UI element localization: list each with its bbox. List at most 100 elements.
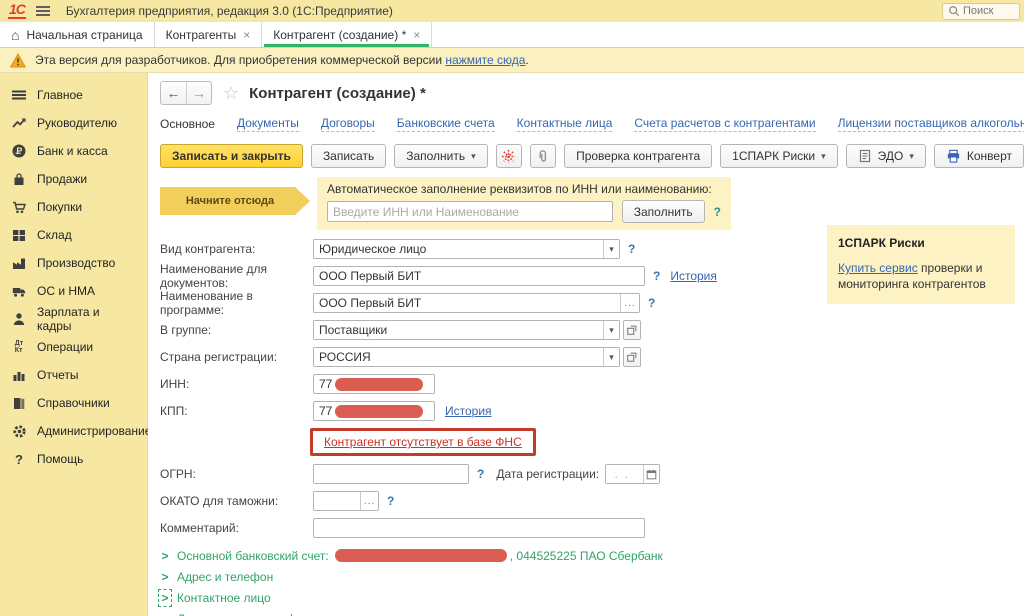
edo-button[interactable]: ЭДО▾	[846, 144, 926, 168]
sidebar-item-otchety[interactable]: Отчеты	[0, 361, 147, 389]
buy-service-link[interactable]: Купить сервис	[838, 261, 918, 275]
open-item-button[interactable]	[623, 347, 641, 367]
form-nav: Основное Документы Договоры Банковские с…	[160, 113, 1024, 134]
help-icon[interactable]: ?	[648, 296, 655, 310]
save-close-button[interactable]: Записать и закрыть	[160, 144, 303, 168]
envelope-print-button[interactable]: Конверт	[934, 144, 1024, 168]
ogrn-input[interactable]	[313, 464, 469, 484]
global-search[interactable]	[942, 3, 1020, 20]
sidebar-item-pokupki[interactable]: Покупки	[0, 193, 147, 221]
name-docs-input[interactable]	[313, 266, 645, 286]
close-icon[interactable]: ×	[243, 30, 250, 40]
forward-button[interactable]: →	[186, 82, 211, 104]
group-select: ▾	[313, 320, 620, 340]
help-icon[interactable]: ?	[387, 494, 394, 508]
start-here-callout: Начните отсюда	[160, 187, 310, 215]
help-icon[interactable]: ?	[477, 467, 484, 481]
favorite-star-icon[interactable]: ☆	[223, 83, 239, 104]
sidebar-item-operacii[interactable]: Дт Кт Операции	[0, 333, 147, 361]
sidebar-item-administrirovanie[interactable]: Администрирование	[0, 417, 147, 445]
sidebar-item-bank-kassa[interactable]: Р Банк и касса	[0, 137, 147, 165]
sidebar-item-pomosch[interactable]: ? Помощь	[0, 445, 147, 473]
sidebar-item-sklad[interactable]: Склад	[0, 221, 147, 249]
section-additional-info[interactable]: > Дополнительная информация	[160, 608, 1024, 616]
search-input[interactable]	[963, 5, 1011, 17]
dropdown-button[interactable]: ▾	[603, 240, 619, 258]
tab-kontragent-create[interactable]: Контрагент (создание) * ×	[262, 22, 432, 47]
fill-menu-button[interactable]: Заполнить▾	[394, 144, 487, 168]
nav-dokumenty[interactable]: Документы	[237, 116, 299, 132]
name-history-link[interactable]: История	[670, 269, 717, 283]
ellipsis-button[interactable]: ...	[620, 294, 639, 312]
sidebar-item-zarplata-kadry[interactable]: Зарплата и кадры	[0, 305, 147, 333]
counterparty-check-button[interactable]: Проверка контрагента	[564, 144, 712, 168]
dropdown-button[interactable]: ▾	[603, 321, 619, 339]
nav-osnovnoe[interactable]: Основное	[160, 117, 215, 131]
field-label: ОКАТО для таможни:	[160, 494, 313, 508]
trend-chart-icon	[11, 116, 27, 130]
nav-bank-accounts[interactable]: Банковские счета	[397, 116, 495, 132]
nav-alcohol-licenses[interactable]: Лицензии поставщиков алкогольной продукц…	[838, 116, 1024, 132]
tab-kontragenty[interactable]: Контрагенты ×	[155, 22, 263, 47]
sidebar-item-rukovoditelyu[interactable]: Руководителю	[0, 109, 147, 137]
reg-date-field	[605, 464, 660, 484]
comment-input[interactable]	[313, 518, 645, 538]
reg-date-input[interactable]	[606, 465, 643, 483]
field-label: В группе:	[160, 323, 313, 337]
open-item-button[interactable]	[623, 320, 641, 340]
calendar-icon	[646, 469, 657, 480]
save-button[interactable]: Записать	[311, 144, 386, 168]
kpp-input[interactable]: 77	[313, 401, 435, 421]
fns-alert-link[interactable]: Контрагент отсутствует в базе ФНС	[324, 435, 522, 449]
spark-risks-button[interactable]: 1СПАРК Риски▾	[720, 144, 838, 168]
chevron-right-icon: >	[160, 570, 170, 584]
nav-settlement-accounts[interactable]: Счета расчетов с контрагентами	[634, 116, 815, 132]
autofill-label: Автоматическое заполнение реквизитов по …	[327, 182, 721, 196]
sidebar-item-proizvodstvo[interactable]: Производство	[0, 249, 147, 277]
inn-search-input[interactable]	[327, 201, 613, 222]
help-icon[interactable]: ?	[653, 269, 660, 283]
paperclip-icon	[535, 149, 550, 164]
redaction	[335, 405, 423, 418]
country-input[interactable]	[314, 348, 603, 366]
tab-home[interactable]: ⌂ Начальная страница	[0, 22, 155, 47]
calendar-button[interactable]	[643, 465, 659, 483]
section-address-phone[interactable]: > Адрес и телефон	[160, 566, 1024, 587]
dropdown-button[interactable]: ▾	[603, 348, 619, 366]
nav-contacts[interactable]: Контактные лица	[517, 116, 613, 132]
back-button[interactable]: ←	[161, 82, 186, 104]
buy-link[interactable]: нажмите сюда	[445, 53, 525, 67]
help-icon[interactable]: ?	[714, 205, 721, 219]
nav-dogovory[interactable]: Договоры	[321, 116, 375, 132]
help-icon: ?	[11, 452, 27, 467]
sidebar-item-spravochniki[interactable]: Справочники	[0, 389, 147, 417]
spark-check-button[interactable]	[496, 144, 522, 168]
kpp-history-link[interactable]: История	[445, 404, 492, 418]
chevron-right-icon: >	[160, 612, 170, 616]
sidebar-item-prodazhi[interactable]: Продажи	[0, 165, 147, 193]
open-in-new-icon	[626, 324, 638, 336]
okato-input[interactable]	[314, 492, 360, 510]
main-menu-icon[interactable]	[36, 6, 50, 16]
name-prog-input[interactable]	[314, 294, 620, 312]
inn-input[interactable]: 77	[313, 374, 435, 394]
kind-input[interactable]	[314, 240, 603, 258]
app-window: 1С Бухгалтерия предприятия, редакция 3.0…	[0, 0, 1024, 616]
sidebar-item-glavnoe[interactable]: Главное	[0, 81, 147, 109]
sidebar-item-os-nma[interactable]: ОС и НМА	[0, 277, 147, 305]
close-icon[interactable]: ×	[413, 30, 420, 40]
history-nav: ← →	[160, 81, 212, 105]
attachments-button[interactable]	[530, 144, 556, 168]
dev-version-warning: Эта версия для разработчиков. Для приобр…	[0, 48, 1024, 73]
redaction	[335, 378, 423, 391]
group-input[interactable]	[314, 321, 603, 339]
chevron-down-icon: ▾	[471, 151, 476, 162]
ellipsis-button[interactable]: ...	[360, 492, 378, 510]
field-label: Наименование в программе:	[160, 289, 313, 317]
name-prog-field: ...	[313, 293, 640, 313]
section-contact-person[interactable]: > Контактное лицо	[160, 587, 1024, 608]
autofill-fill-button[interactable]: Заполнить	[622, 200, 705, 223]
help-icon[interactable]: ?	[628, 242, 635, 256]
open-in-new-icon	[626, 351, 638, 363]
section-bank-account[interactable]: > Основной банковский счет: , 044525225 …	[160, 545, 1024, 566]
